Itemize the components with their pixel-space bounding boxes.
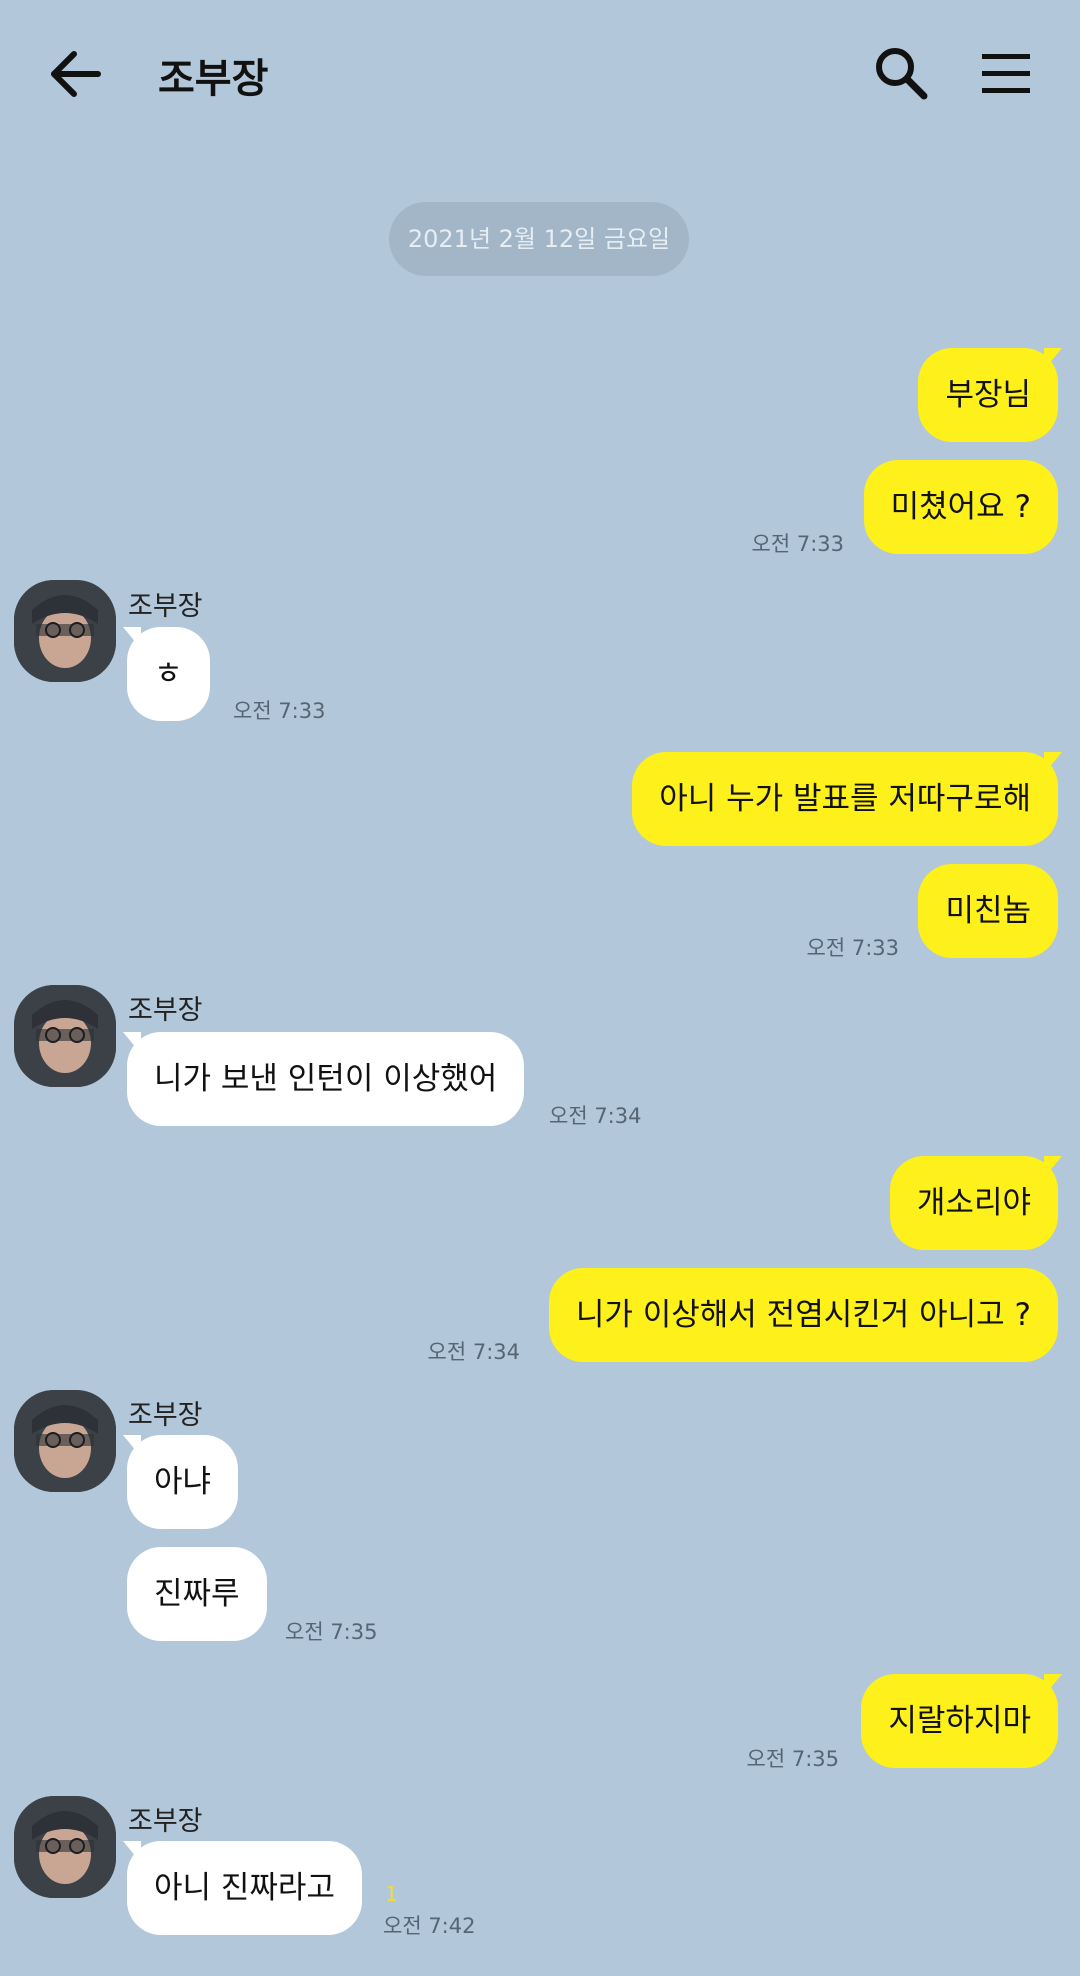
profile-photo bbox=[14, 985, 116, 1087]
my-message-bubble[interactable]: 부장님 bbox=[918, 348, 1062, 442]
their-message-bubble[interactable]: 아니 진짜라고 bbox=[123, 1841, 362, 1935]
their-message-bubble[interactable]: ㅎ bbox=[123, 627, 210, 721]
message-time: 오전 7:42 bbox=[383, 1914, 476, 1938]
sender-name: 조부장 bbox=[128, 591, 203, 622]
my-message-bubble[interactable]: 지랄하지마 bbox=[861, 1674, 1062, 1768]
message-time: 오전 7:35 bbox=[285, 1620, 378, 1644]
their-message-bubble[interactable]: 니가 보낸 인턴이 이상했어 bbox=[122, 1032, 525, 1126]
back-arrow-icon bbox=[51, 51, 101, 97]
search-button[interactable] bbox=[872, 44, 930, 104]
menu-icon bbox=[982, 54, 1030, 93]
profile-photo bbox=[14, 1390, 116, 1492]
their-message-bubble[interactable]: 진짜루 bbox=[127, 1547, 267, 1641]
message-time: 오전 7:35 bbox=[746, 1747, 839, 1771]
avatar[interactable] bbox=[14, 985, 116, 1087]
my-message-bubble[interactable]: 아니 누가 발표를 저따구로해 bbox=[632, 752, 1062, 846]
my-message-bubble[interactable]: 니가 이상해서 전염시킨거 아니고 ? bbox=[548, 1268, 1058, 1362]
message-time: 오전 7:33 bbox=[751, 532, 844, 556]
their-message-bubble[interactable]: 아냐 bbox=[122, 1435, 239, 1529]
sender-name: 조부장 bbox=[128, 995, 203, 1026]
message-time: 오전 7:33 bbox=[806, 936, 899, 960]
date-divider: 2021년 2월 12일 금요일 bbox=[389, 202, 689, 276]
menu-button[interactable] bbox=[980, 50, 1032, 98]
my-message-bubble[interactable]: 개소리야 bbox=[889, 1156, 1063, 1250]
avatar[interactable] bbox=[14, 1796, 116, 1898]
message-time: 오전 7:33 bbox=[233, 699, 326, 723]
my-message-bubble[interactable]: 미친놈 bbox=[918, 864, 1058, 958]
my-message-bubble[interactable]: 미쳤어요 ? bbox=[863, 460, 1058, 554]
back-button[interactable] bbox=[44, 44, 110, 104]
sender-name: 조부장 bbox=[128, 1806, 203, 1837]
profile-photo bbox=[14, 580, 116, 682]
message-time: 오전 7:34 bbox=[427, 1340, 520, 1364]
chat-header: 조부장 bbox=[0, 0, 1080, 150]
message-time: 오전 7:34 bbox=[549, 1104, 642, 1128]
profile-photo bbox=[14, 1796, 116, 1898]
chat-title: 조부장 bbox=[158, 56, 269, 102]
avatar[interactable] bbox=[14, 580, 116, 682]
sender-name: 조부장 bbox=[128, 1400, 203, 1431]
search-icon bbox=[876, 48, 928, 100]
unread-count: 1 bbox=[385, 1882, 398, 1906]
avatar[interactable] bbox=[14, 1390, 116, 1492]
